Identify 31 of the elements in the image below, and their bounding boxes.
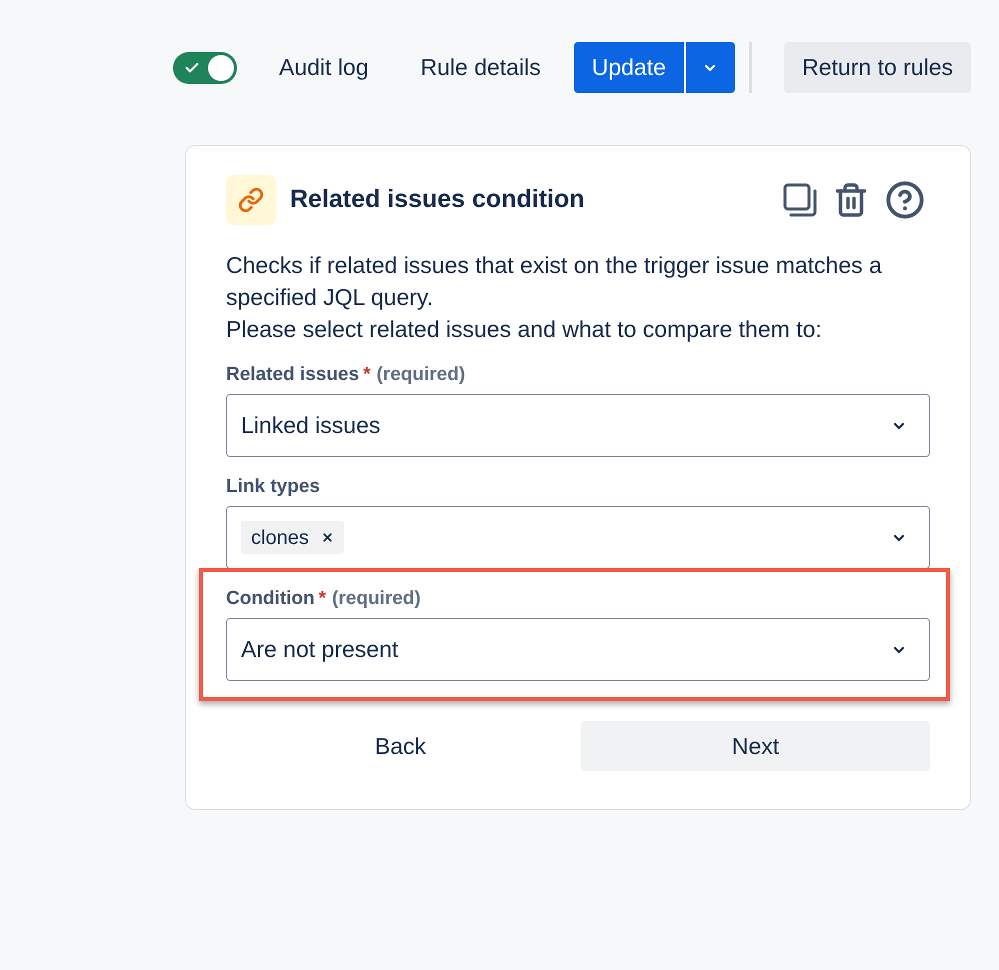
help-button[interactable]: [885, 180, 925, 220]
card-title: Related issues condition: [290, 184, 585, 216]
select-field[interactable]: Linked issues: [226, 394, 930, 457]
select-field[interactable]: Are not present: [226, 618, 930, 681]
link-type-tag[interactable]: clones: [241, 521, 344, 554]
back-button[interactable]: Back: [226, 721, 575, 771]
required-asterisk: *: [363, 364, 370, 386]
toggle-knob: [208, 54, 234, 80]
required-note: (required): [332, 588, 421, 610]
delete-button[interactable]: [833, 182, 869, 218]
rule-details-link[interactable]: Rule details: [414, 42, 547, 93]
help-icon: [885, 180, 925, 220]
description-text: Checks if related issues that exist on the trigger issue matches a specified JQL query.: [226, 251, 883, 312]
audit-log-link[interactable]: Audit log: [273, 42, 375, 93]
copy-button[interactable]: [783, 183, 817, 217]
multi-select-field[interactable]: clones: [226, 506, 930, 569]
remove-icon[interactable]: [320, 531, 334, 544]
next-button[interactable]: Next: [581, 721, 930, 771]
update-button[interactable]: Update: [574, 42, 684, 93]
field-label: Condition: [226, 588, 315, 610]
toggle-switch[interactable]: [173, 52, 237, 84]
trash-icon: [833, 182, 869, 218]
description-text: Please select related issues and what to compare them to:: [226, 315, 823, 344]
required-asterisk: *: [318, 588, 326, 610]
link-icon: [226, 175, 276, 225]
field-label: Related issues: [226, 364, 360, 386]
update-options-button[interactable]: [684, 42, 735, 93]
required-note: (required): [376, 364, 466, 386]
copy-icon: [783, 183, 817, 217]
field-label: Link types: [226, 476, 320, 498]
return-to-rules-button[interactable]: Return to rules: [784, 42, 971, 93]
